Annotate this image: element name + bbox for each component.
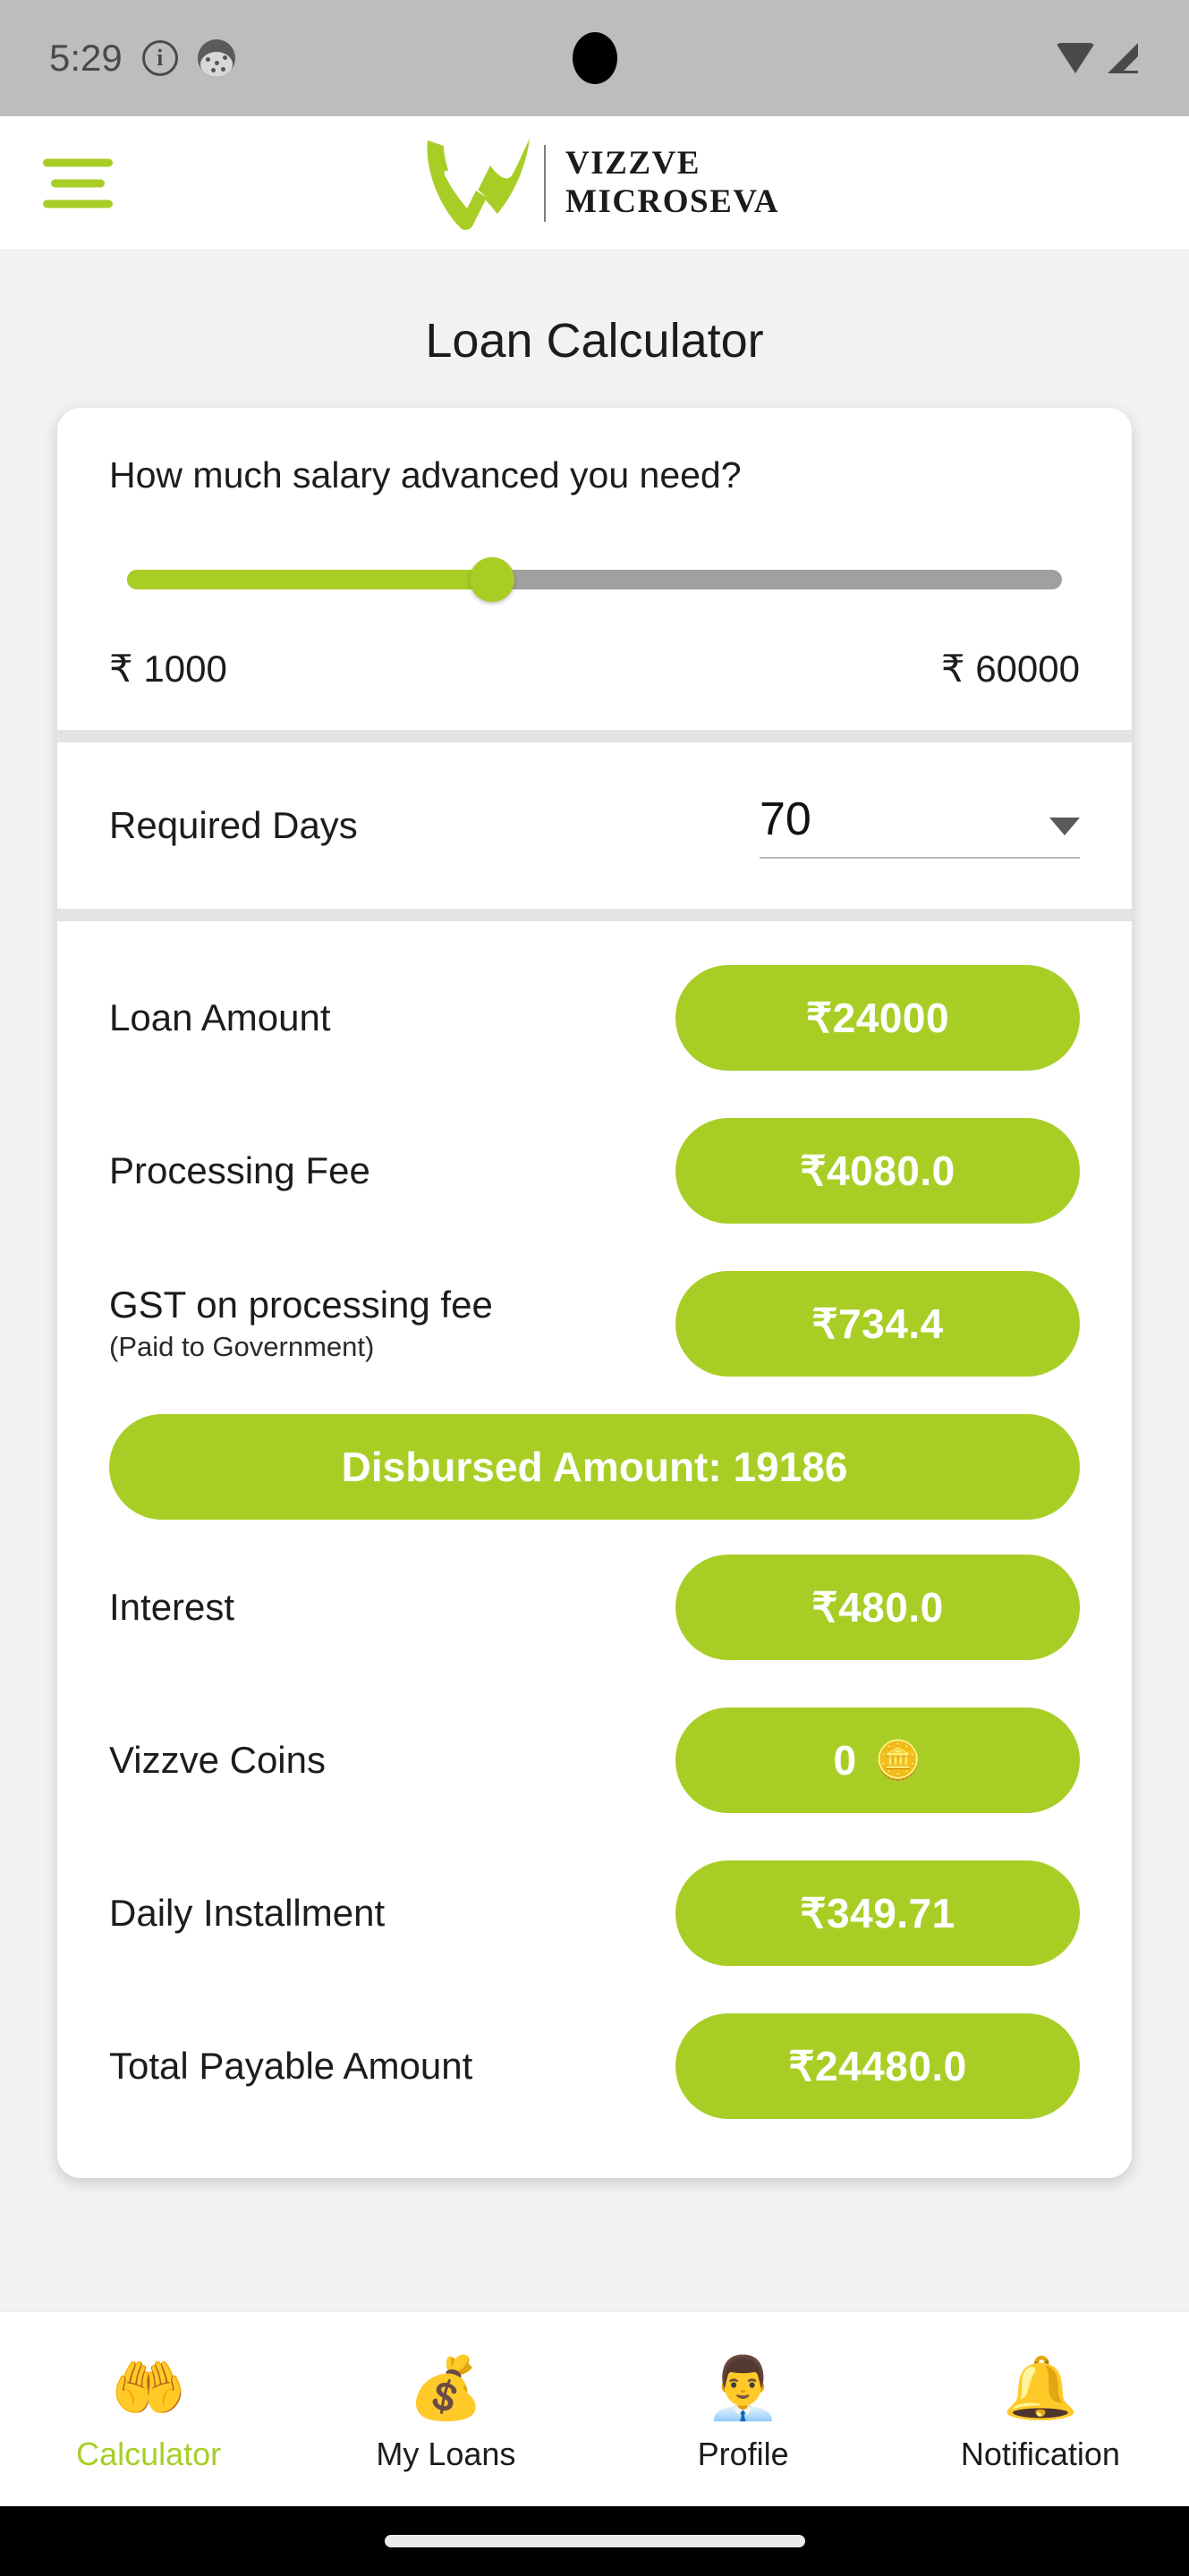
result-row: GST on processing fee (Paid to Government… bbox=[109, 1247, 1080, 1400]
nav-item-label: Calculator bbox=[76, 2435, 222, 2472]
hamburger-line bbox=[50, 179, 106, 187]
hamburger-line bbox=[43, 199, 113, 208]
section-divider bbox=[57, 730, 1132, 742]
wallet-money-icon: 💰 bbox=[408, 2353, 484, 2422]
result-value-text: ₹24000 bbox=[805, 994, 950, 1041]
brand-divider bbox=[544, 144, 547, 222]
slider-min-label: ₹ 1000 bbox=[109, 648, 227, 690]
result-row-label: Loan Amount bbox=[109, 996, 331, 1038]
section-divider bbox=[57, 909, 1132, 921]
result-row-label: Interest bbox=[109, 1585, 235, 1628]
result-value-pill: ₹4080.0 bbox=[675, 1117, 1080, 1224]
gesture-navigation-bar bbox=[0, 2506, 1189, 2576]
status-bar-right bbox=[1056, 43, 1140, 73]
brand-line-2: MICROSEVA bbox=[565, 182, 779, 220]
required-days-label: Required Days bbox=[109, 804, 358, 846]
amount-slider[interactable] bbox=[127, 557, 1062, 602]
status-bar: 5:29 i bbox=[0, 0, 1189, 116]
brand-line-1: VIZZVE bbox=[565, 144, 701, 182]
result-value-text: ₹734.4 bbox=[811, 1300, 944, 1347]
bell-icon: 🔔 bbox=[1002, 2353, 1079, 2422]
nav-item-label: Profile bbox=[697, 2435, 789, 2472]
money-exchange-icon: 🤲 bbox=[110, 2353, 187, 2422]
status-bar-clock: 5:29 bbox=[49, 37, 123, 79]
nav-item-label: My Loans bbox=[376, 2435, 516, 2472]
page-title: Loan Calculator bbox=[425, 314, 764, 368]
home-indicator[interactable] bbox=[384, 2535, 805, 2547]
result-row-label: Daily Installment bbox=[109, 1891, 386, 1934]
status-bar-left: 5:29 i bbox=[49, 37, 235, 80]
result-row-label: Vizzve Coins bbox=[109, 1738, 326, 1781]
result-row: Loan Amount ₹24000 bbox=[109, 941, 1080, 1094]
app-header: VIZZVE MICROSEVA bbox=[0, 116, 1189, 250]
result-row: Interest ₹480.0 bbox=[109, 1530, 1080, 1683]
brand-logo: VIZZVE MICROSEVA bbox=[420, 135, 779, 232]
required-days-section: Required Days 70 bbox=[57, 742, 1132, 909]
required-days-value: 70 bbox=[760, 793, 811, 845]
result-value-text: ₹4080.0 bbox=[800, 1147, 955, 1194]
nav-item-label: Notification bbox=[960, 2435, 1120, 2472]
camera-punch-hole bbox=[572, 32, 617, 84]
results-section: Loan Amount ₹24000 Processing Fee ₹4080.0 GS… bbox=[57, 921, 1132, 2178]
result-value-text: 0 bbox=[833, 1736, 857, 1784]
nav-item-my-loans[interactable]: 💰 My Loans bbox=[297, 2353, 594, 2473]
slider-max-label: ₹ 60000 bbox=[940, 648, 1080, 690]
nav-item-notification[interactable]: 🔔 Notification bbox=[892, 2353, 1189, 2473]
hamburger-line bbox=[43, 158, 113, 166]
disbursed-amount-banner: Disbursed Amount: 19186 bbox=[109, 1414, 1080, 1520]
result-row-label: Total Payable Amount bbox=[109, 2044, 473, 2087]
slider-bounds: ₹ 1000 ₹ 60000 bbox=[109, 647, 1080, 691]
result-value-text: ₹349.71 bbox=[800, 1889, 955, 1936]
bottom-navigation-bar: 🤲 Calculator 💰 My Loans 👨‍💼 Profile 🔔 Notificat… bbox=[0, 2311, 1189, 2506]
nav-item-profile[interactable]: 👨‍💼 Profile bbox=[595, 2353, 892, 2473]
wifi-icon bbox=[1056, 43, 1095, 73]
salary-advance-section: How much salary advanced you need? ₹ 100… bbox=[57, 408, 1132, 730]
result-value-pill: 0 🪙 bbox=[675, 1707, 1080, 1813]
result-row-label: GST on processing fee (Paid to Government… bbox=[109, 1284, 493, 1362]
chevron-down-icon[interactable] bbox=[1049, 818, 1080, 835]
cellular-signal-icon bbox=[1108, 43, 1140, 73]
user-profile-icon: 👨‍💼 bbox=[705, 2353, 781, 2422]
loan-calculator-card: How much salary advanced you need? ₹ 100… bbox=[57, 408, 1132, 2178]
slider-fill bbox=[127, 570, 492, 589]
vizzve-v-logo-icon bbox=[427, 138, 531, 230]
result-value-text: ₹480.0 bbox=[811, 1583, 944, 1631]
nav-item-calculator[interactable]: 🤲 Calculator bbox=[0, 2353, 297, 2473]
app-screen: 5:29 i VIZZVE MICROSEVA Loan Calculator … bbox=[0, 0, 1189, 2576]
page-body: Loan Calculator How much salary advanced… bbox=[0, 250, 1189, 2311]
salary-advance-question: How much salary advanced you need? bbox=[109, 454, 742, 496]
required-days-dropdown[interactable]: 70 bbox=[760, 792, 1080, 859]
vizzve-coin-icon: 🪙 bbox=[874, 1738, 922, 1781]
result-value-text: ₹24480.0 bbox=[788, 2042, 967, 2089]
result-row-sublabel: (Paid to Government) bbox=[109, 1330, 375, 1362]
result-row: Processing Fee ₹4080.0 bbox=[109, 1094, 1080, 1247]
result-value-pill: ₹24000 bbox=[675, 964, 1080, 1071]
result-value-pill: ₹24480.0 bbox=[675, 2012, 1080, 2119]
result-value-pill: ₹480.0 bbox=[675, 1554, 1080, 1660]
result-value-pill: ₹734.4 bbox=[675, 1270, 1080, 1377]
result-row: Total Payable Amount ₹24480.0 bbox=[109, 1989, 1080, 2142]
brand-name: VIZZVE MICROSEVA bbox=[565, 145, 779, 222]
result-row: Vizzve Coins 0 🪙 bbox=[109, 1683, 1080, 1836]
app-badge-icon bbox=[197, 39, 235, 77]
hamburger-menu-icon[interactable] bbox=[43, 158, 113, 208]
result-row-label: Processing Fee bbox=[109, 1148, 370, 1191]
result-row: Daily Installment ₹349.71 bbox=[109, 1836, 1080, 1989]
result-value-pill: ₹349.71 bbox=[675, 1860, 1080, 1966]
info-icon: i bbox=[141, 40, 178, 76]
slider-thumb[interactable] bbox=[469, 557, 514, 602]
